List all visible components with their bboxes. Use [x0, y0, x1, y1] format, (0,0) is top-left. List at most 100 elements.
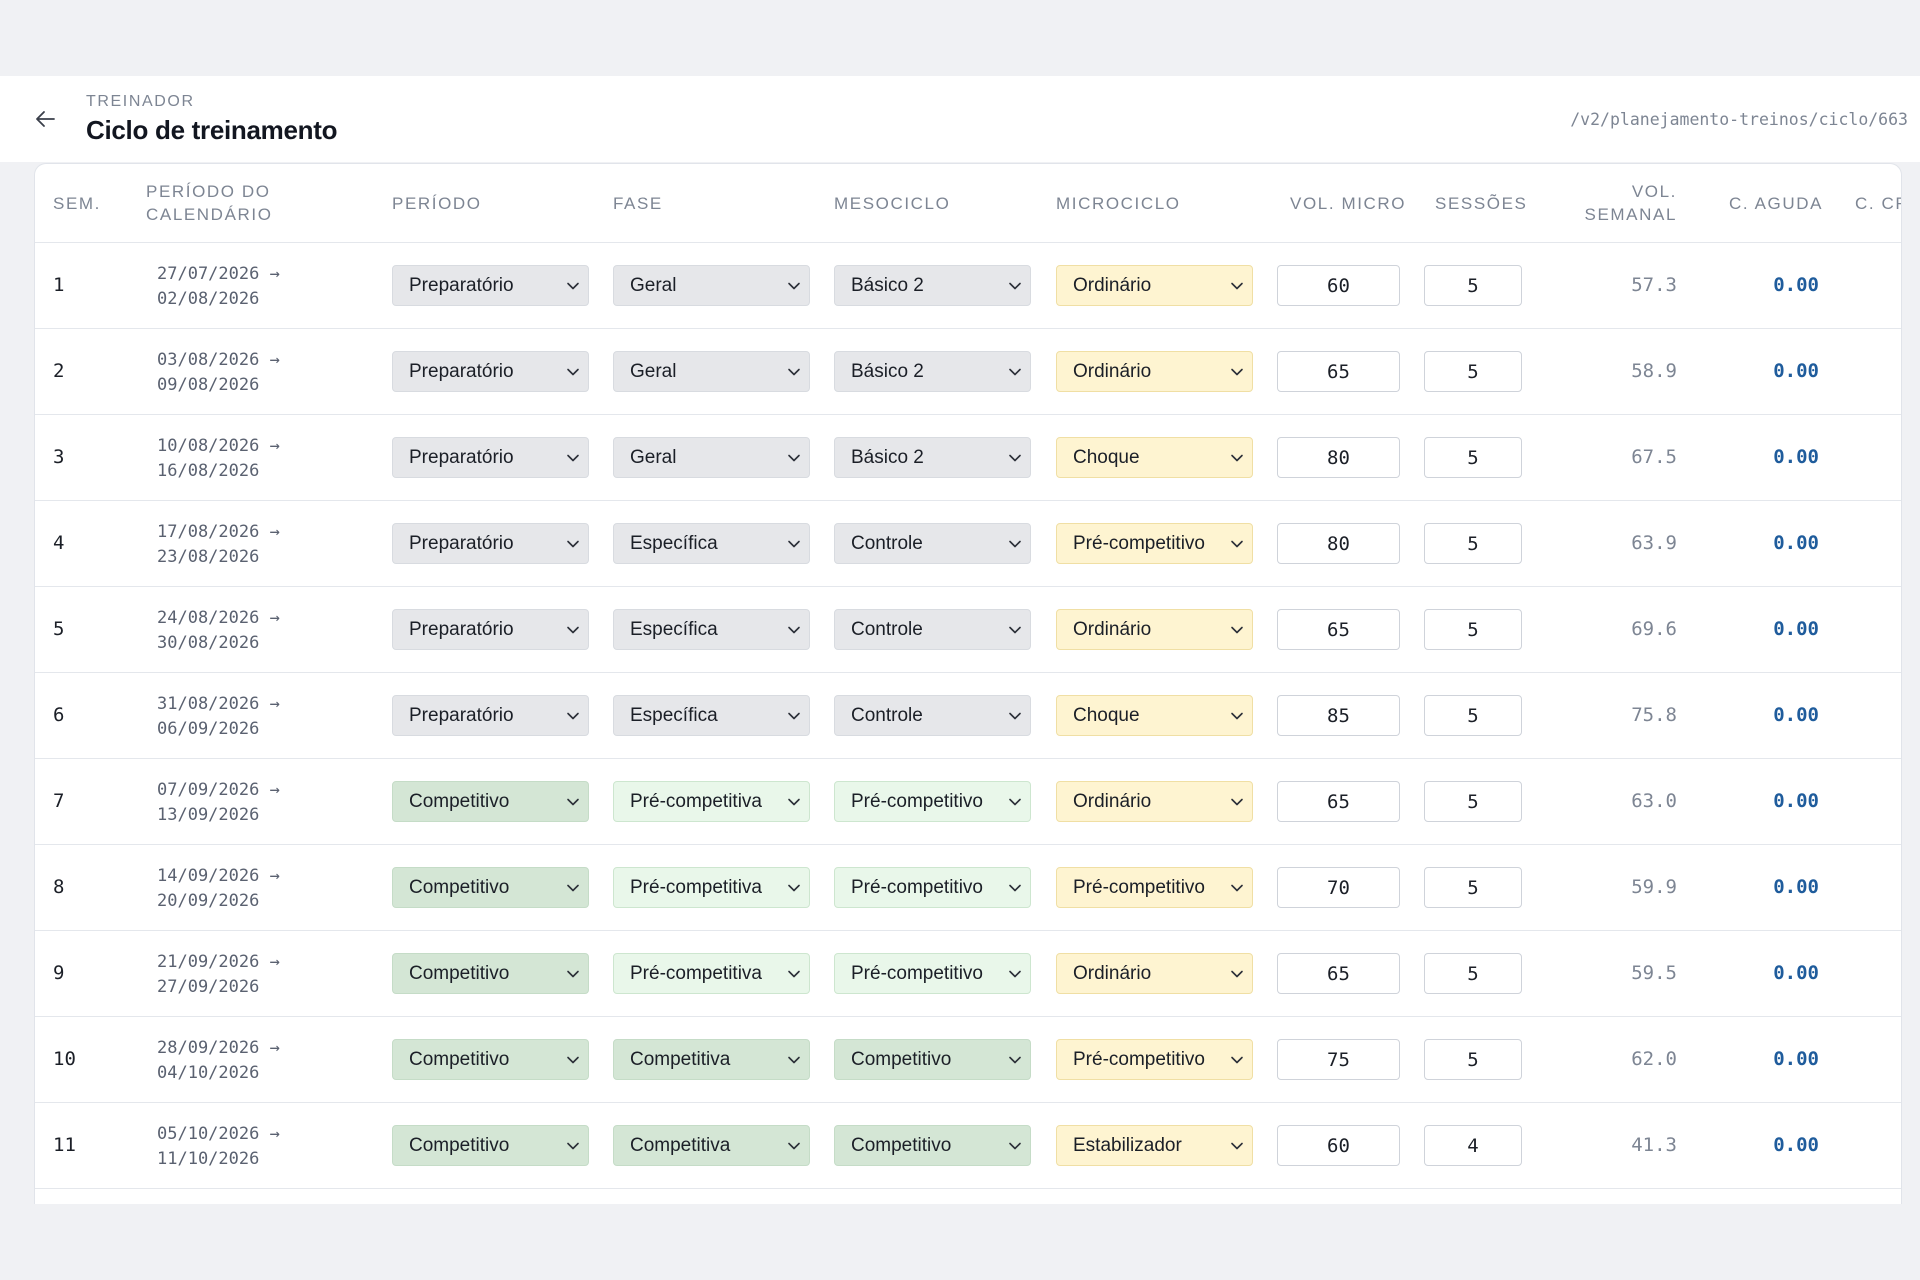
vol-micro-input[interactable]: 65 — [1277, 609, 1400, 650]
sessions-input[interactable]: 5 — [1424, 781, 1522, 822]
period-select-value: Competitivo — [409, 1048, 510, 1070]
period-start: 24/08/2026 → — [157, 608, 280, 628]
microcycle-select[interactable]: Estabilizador — [1056, 1125, 1253, 1166]
chevron-down-icon — [1009, 540, 1021, 548]
vol-micro-input[interactable]: 60 — [1277, 1125, 1400, 1166]
vol-micro-input[interactable]: 65 — [1277, 953, 1400, 994]
phase-select-value: Específica — [630, 532, 718, 554]
period-select[interactable]: Competitivo — [392, 1125, 589, 1166]
sessions-input[interactable]: 5 — [1424, 867, 1522, 908]
acute-load: 0.00 — [1773, 446, 1819, 468]
mesocycle-select[interactable]: Básico 2 — [834, 265, 1031, 306]
mesocycle-select[interactable]: Pré-competitivo — [834, 867, 1031, 908]
period-select[interactable]: Preparatório — [392, 523, 589, 564]
phase-select[interactable]: Pré-competitiva — [613, 953, 810, 994]
vol-micro-input[interactable]: 65 — [1277, 351, 1400, 392]
sessions-input[interactable]: 5 — [1424, 523, 1522, 564]
microcycle-select[interactable]: Choque — [1056, 695, 1253, 736]
sessions-input[interactable]: 4 — [1424, 1125, 1522, 1166]
phase-select[interactable]: Competitiva — [613, 1125, 810, 1166]
period-select[interactable]: Preparatório — [392, 351, 589, 392]
mesocycle-select[interactable]: Pré-competitivo — [834, 781, 1031, 822]
chevron-down-icon — [1009, 368, 1021, 376]
chevron-down-icon — [1231, 798, 1243, 806]
mesocycle-select-value: Básico 2 — [851, 360, 924, 382]
chevron-down-icon — [567, 540, 579, 548]
mesocycle-select[interactable]: Básico 2 — [834, 437, 1031, 478]
chevron-down-icon — [788, 712, 800, 720]
sessions-input[interactable]: 5 — [1424, 609, 1522, 650]
phase-select[interactable]: Específica — [613, 523, 810, 564]
microcycle-select[interactable]: Pré-competitivo — [1056, 867, 1253, 908]
vol-micro-input[interactable]: 60 — [1277, 265, 1400, 306]
period-select[interactable]: Competitivo — [392, 1039, 589, 1080]
col-header-sessions: SESSÕES — [1435, 194, 1528, 213]
period-select[interactable]: Competitivo — [392, 953, 589, 994]
sessions-input[interactable]: 5 — [1424, 437, 1522, 478]
period-select[interactable]: Competitivo — [392, 781, 589, 822]
microcycle-select[interactable]: Pré-competitivo — [1056, 1039, 1253, 1080]
phase-select[interactable]: Geral — [613, 437, 810, 478]
sessions-input[interactable]: 5 — [1424, 695, 1522, 736]
vol-micro-input[interactable]: 75 — [1277, 1039, 1400, 1080]
phase-select[interactable]: Competitiva — [613, 1039, 810, 1080]
chevron-down-icon — [1231, 540, 1243, 548]
sessions-input[interactable]: 5 — [1424, 265, 1522, 306]
phase-select[interactable]: Pré-competitiva — [613, 781, 810, 822]
mesocycle-select[interactable]: Competitivo — [834, 1125, 1031, 1166]
back-button[interactable] — [30, 104, 60, 134]
microcycle-select[interactable]: Pré-competitivo — [1056, 523, 1253, 564]
mesocycle-select-value: Pré-competitivo — [851, 876, 983, 898]
phase-select[interactable]: Específica — [613, 609, 810, 650]
phase-select[interactable]: Específica — [613, 695, 810, 736]
vol-micro-input[interactable]: 80 — [1277, 523, 1400, 564]
mesocycle-select-value: Controle — [851, 704, 923, 726]
period-select-value: Preparatório — [409, 618, 514, 640]
phase-select[interactable]: Geral — [613, 351, 810, 392]
calendar-period: 10/08/2026 → 16/08/2026 — [157, 434, 280, 484]
period-select[interactable]: Competitivo — [392, 867, 589, 908]
week-number: 5 — [53, 618, 65, 640]
col-header-sem: SEM. — [53, 194, 101, 213]
week-number: 7 — [53, 790, 65, 812]
phase-select[interactable]: Geral — [613, 265, 810, 306]
mesocycle-select[interactable]: Controle — [834, 523, 1031, 564]
period-select[interactable]: Preparatório — [392, 609, 589, 650]
mesocycle-select-value: Pré-competitivo — [851, 962, 983, 984]
chevron-down-icon — [1009, 970, 1021, 978]
mesocycle-select-value: Básico 2 — [851, 446, 924, 468]
microcycle-select[interactable]: Ordinário — [1056, 609, 1253, 650]
mesocycle-select[interactable]: Controle — [834, 609, 1031, 650]
period-select-value: Preparatório — [409, 360, 514, 382]
mesocycle-select[interactable]: Controle — [834, 695, 1031, 736]
weekly-volume: 63.0 — [1631, 790, 1677, 812]
sessions-input[interactable]: 5 — [1424, 953, 1522, 994]
microcycle-select[interactable]: Ordinário — [1056, 953, 1253, 994]
col-header-chronic: C. CR — [1855, 194, 1901, 213]
vol-micro-input[interactable]: 80 — [1277, 437, 1400, 478]
chevron-down-icon — [1231, 970, 1243, 978]
period-select[interactable]: Preparatório — [392, 437, 589, 478]
mesocycle-select-value: Controle — [851, 618, 923, 640]
calendar-period: 21/09/2026 → 27/09/2026 — [157, 950, 280, 1000]
mesocycle-select[interactable]: Pré-competitivo — [834, 953, 1031, 994]
chevron-down-icon — [788, 884, 800, 892]
microcycle-select[interactable]: Choque — [1056, 437, 1253, 478]
period-select[interactable]: Preparatório — [392, 695, 589, 736]
sessions-input[interactable]: 5 — [1424, 351, 1522, 392]
mesocycle-select[interactable]: Competitivo — [834, 1039, 1031, 1080]
mesocycle-select[interactable]: Básico 2 — [834, 351, 1031, 392]
calendar-period: 28/09/2026 → 04/10/2026 — [157, 1036, 280, 1086]
microcycle-select[interactable]: Ordinário — [1056, 265, 1253, 306]
vol-micro-input[interactable]: 70 — [1277, 867, 1400, 908]
vol-micro-input[interactable]: 65 — [1277, 781, 1400, 822]
period-select[interactable]: Preparatório — [392, 265, 589, 306]
microcycle-select[interactable]: Ordinário — [1056, 781, 1253, 822]
phase-select[interactable]: Pré-competitiva — [613, 867, 810, 908]
sessions-input[interactable]: 5 — [1424, 1039, 1522, 1080]
vol-micro-input[interactable]: 85 — [1277, 695, 1400, 736]
period-end: 04/10/2026 — [157, 1063, 260, 1083]
chevron-down-icon — [567, 1142, 579, 1150]
microcycle-select[interactable]: Ordinário — [1056, 351, 1253, 392]
period-select-value: Preparatório — [409, 274, 514, 296]
